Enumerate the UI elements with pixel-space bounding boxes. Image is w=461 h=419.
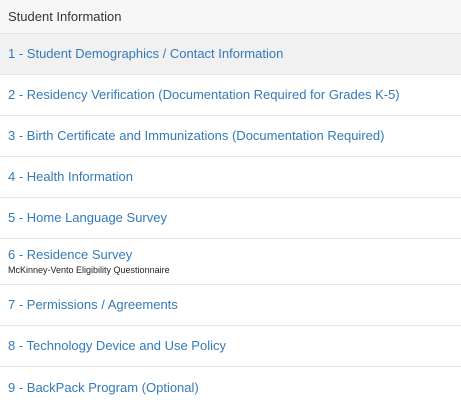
panel-title: Student Information (8, 9, 122, 24)
technology-policy-link[interactable]: 8 - Technology Device and Use Policy (8, 338, 453, 354)
backpack-program-link[interactable]: 9 - BackPack Program (Optional) (8, 380, 453, 396)
form-section-list: 1 - Student Demographics / Contact Infor… (0, 34, 461, 408)
list-item-residency-verification[interactable]: 2 - Residency Verification (Documentatio… (0, 75, 461, 116)
residence-survey-link[interactable]: 6 - Residence Survey (8, 247, 453, 263)
list-item-birth-certificate[interactable]: 3 - Birth Certificate and Immunizations … (0, 116, 461, 157)
list-item-health-information[interactable]: 4 - Health Information (0, 157, 461, 198)
student-demographics-link[interactable]: 1 - Student Demographics / Contact Infor… (8, 46, 453, 62)
permissions-link[interactable]: 7 - Permissions / Agreements (8, 297, 453, 313)
student-information-panel: Student Information 1 - Student Demograp… (0, 0, 461, 419)
birth-certificate-link[interactable]: 3 - Birth Certificate and Immunizations … (8, 128, 453, 144)
list-item-permissions[interactable]: 7 - Permissions / Agreements (0, 285, 461, 326)
home-language-survey-link[interactable]: 5 - Home Language Survey (8, 210, 453, 226)
list-item-technology-policy[interactable]: 8 - Technology Device and Use Policy (0, 326, 461, 367)
list-item-student-demographics[interactable]: 1 - Student Demographics / Contact Infor… (0, 34, 461, 75)
residency-verification-link[interactable]: 2 - Residency Verification (Documentatio… (8, 87, 453, 103)
panel-header: Student Information (0, 0, 461, 34)
list-item-residence-survey[interactable]: 6 - Residence Survey McKinney-Vento Elig… (0, 239, 461, 285)
list-item-backpack-program[interactable]: 9 - BackPack Program (Optional) (0, 367, 461, 408)
residence-survey-sublabel: McKinney-Vento Eligibility Questionnaire (8, 265, 170, 275)
list-item-home-language-survey[interactable]: 5 - Home Language Survey (0, 198, 461, 239)
health-information-link[interactable]: 4 - Health Information (8, 169, 453, 185)
